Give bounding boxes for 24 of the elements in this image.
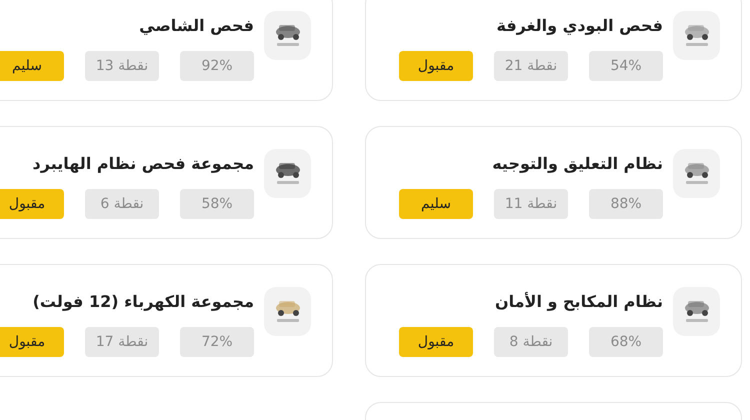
- card-title: فحص البودي والغرفة: [495, 15, 663, 37]
- points-count: نقطة 13: [85, 51, 159, 81]
- card-title: مجموعة الكهرباء (12 فولت): [32, 291, 254, 313]
- points-count: نقطة 11: [494, 189, 568, 219]
- card-title: نظام المكابح و الأمان: [494, 290, 663, 313]
- status-badge: سليم: [399, 189, 473, 219]
- status-badge: مقبول: [0, 327, 64, 357]
- points-count: نقطة 21: [494, 51, 568, 81]
- card-title: فحص الشاصي: [138, 15, 254, 37]
- percent-score: 72%: [180, 327, 254, 357]
- percent-score: 54%: [589, 51, 663, 81]
- percent-score: 88%: [589, 189, 663, 219]
- card-title: نظام التعليق والتوجيه: [491, 153, 663, 175]
- percent-score: 58%: [180, 189, 254, 219]
- points-count: نقطة 17: [85, 327, 159, 357]
- points-count: نقطة 6: [85, 189, 159, 219]
- card-title: مجموعة فحص نظام الهايبرد: [32, 153, 254, 175]
- percent-score: 92%: [180, 51, 254, 81]
- status-badge: سليم: [0, 51, 64, 81]
- status-badge: مقبول: [399, 327, 473, 357]
- percent-score: 68%: [589, 327, 663, 357]
- status-badge: مقبول: [399, 51, 473, 81]
- points-count: نقطة 8: [494, 327, 568, 357]
- status-badge: مقبول: [0, 189, 64, 219]
